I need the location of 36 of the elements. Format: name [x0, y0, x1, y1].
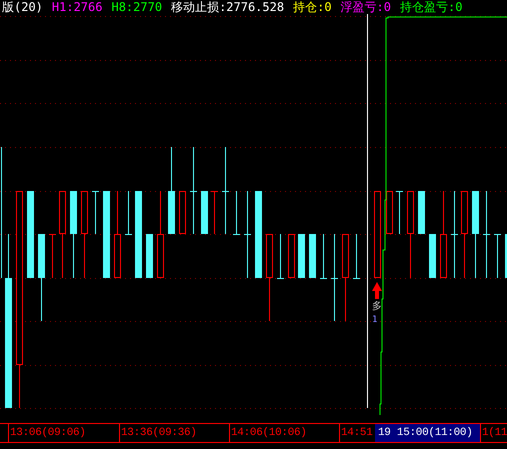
indicator-label: H1:2766: [52, 0, 102, 14]
indicator-label: 移动止损:2776.528: [171, 0, 284, 14]
candlestick: [429, 234, 436, 278]
time-label: 19 15:00(11:00): [377, 427, 474, 439]
time-label: 14:06(10:06): [231, 427, 307, 439]
candlestick: [494, 234, 502, 278]
candlestick: [201, 191, 208, 234]
candlestick: [232, 190, 240, 235]
candlestick: [396, 190, 404, 234]
time-label: 13:06(09:06): [10, 427, 86, 439]
time-label: 1(11: [482, 427, 507, 439]
candlestick: [288, 234, 295, 278]
candlestick: [418, 191, 425, 234]
candlestick: [48, 234, 56, 278]
candlestick: [386, 191, 393, 234]
time-label: 14:51: [341, 427, 373, 439]
candlestick: [352, 234, 360, 279]
time-label: 13:36(09:36): [121, 427, 197, 439]
indicator-label: H8:2770: [111, 0, 162, 14]
indicator-label: 版(20): [2, 0, 43, 14]
indicator-label: 浮盈亏:0: [340, 0, 391, 14]
candlestick: [309, 234, 316, 278]
candlestick: [179, 191, 186, 234]
candlestick: [124, 190, 132, 235]
candlestick: [505, 234, 507, 278]
candlestick: [210, 190, 218, 234]
signal-count: 1: [372, 315, 378, 325]
candlestick: [276, 234, 284, 279]
candlestick: [298, 234, 305, 278]
indicator-label: 持仓:0: [293, 0, 332, 14]
candlestick: [320, 234, 328, 279]
indicator-label: 持仓盈亏:0: [400, 0, 462, 14]
candlestick: [92, 190, 100, 234]
signal-label: 多: [372, 301, 382, 312]
arrow-up-icon: [372, 282, 382, 299]
candlestick: [146, 234, 153, 278]
